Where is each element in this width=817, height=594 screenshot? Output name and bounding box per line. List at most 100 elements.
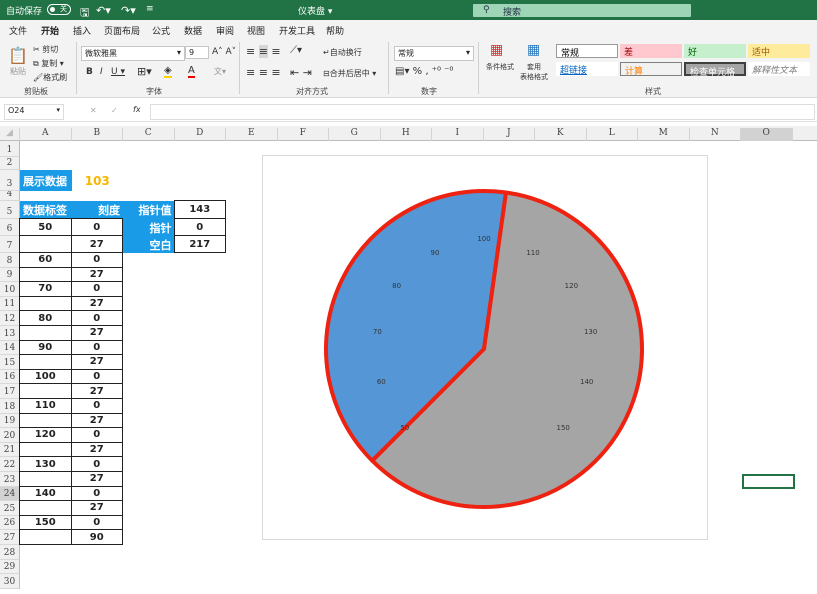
row-header-26[interactable]: 26 (0, 516, 20, 531)
row-header-29[interactable]: 29 (0, 560, 20, 575)
cell-A8[interactable]: 60 (19, 252, 72, 268)
font-color-icon[interactable]: A (188, 65, 195, 78)
conditional-format-button[interactable]: 条件格式 (484, 62, 516, 72)
cell-A20[interactable]: 120 (19, 427, 72, 443)
column-header-B[interactable]: B (72, 128, 124, 141)
tab-formulas[interactable]: 公式 (152, 24, 170, 37)
cell-C5[interactable]: 指针值 (123, 201, 175, 219)
row-header-10[interactable]: 10 (0, 282, 20, 297)
customize-icon[interactable]: ≡ (146, 4, 154, 14)
cell-A10[interactable]: 70 (19, 281, 72, 297)
cell-B12[interactable]: 0 (71, 310, 124, 326)
select-all-button[interactable]: ◢ (0, 128, 20, 141)
cell-A21[interactable] (19, 442, 72, 458)
cell-A25[interactable] (19, 500, 72, 516)
cancel-icon[interactable]: ✕ (90, 106, 97, 115)
cell-C7[interactable]: 空白 (123, 236, 175, 253)
column-header-C[interactable]: C (123, 128, 175, 141)
cell-B18[interactable]: 0 (71, 398, 124, 414)
font-name-select[interactable]: 微软雅黑▾ (81, 46, 185, 61)
cell-A6[interactable]: 50 (19, 218, 72, 236)
cell-B25[interactable]: 27 (71, 500, 124, 516)
number-format-select[interactable]: 常规▾ (394, 46, 474, 61)
row-header-30[interactable]: 30 (0, 574, 20, 589)
cell-D5[interactable]: 143 (174, 200, 227, 219)
align-left-icon[interactable]: ≡ ≡ ≡ (246, 66, 281, 79)
row-header-19[interactable]: 19 (0, 414, 20, 429)
search-box[interactable]: ⚲搜索 (473, 4, 691, 17)
row-header-5[interactable]: 5 (0, 201, 20, 219)
tab-file[interactable]: 文件 (9, 24, 27, 37)
cell-A16[interactable]: 100 (19, 369, 72, 385)
cell-A22[interactable]: 130 (19, 456, 72, 472)
cell-B11[interactable]: 27 (71, 296, 124, 312)
column-header-J[interactable]: J (484, 128, 536, 141)
tab-help[interactable]: 帮助 (326, 24, 344, 37)
cell-style-0[interactable]: 常规 (556, 44, 618, 58)
font-grow-icon[interactable]: A˄ A˅ (212, 47, 236, 57)
cell-B8[interactable]: 0 (71, 252, 124, 268)
row-header-21[interactable]: 21 (0, 443, 20, 458)
cell-A23[interactable] (19, 471, 72, 487)
fill-color-icon[interactable]: ◈ (164, 65, 172, 78)
cell-style-4[interactable]: 超链接 (556, 62, 618, 76)
cell-B21[interactable]: 27 (71, 442, 124, 458)
cell-A18[interactable]: 110 (19, 398, 72, 414)
row-header-27[interactable]: 27 (0, 530, 20, 545)
cell-B24[interactable]: 0 (71, 486, 124, 502)
format-table-icon[interactable]: ▦ (527, 42, 540, 58)
cell-A12[interactable]: 80 (19, 310, 72, 326)
cell-C6[interactable]: 指针 (123, 219, 175, 236)
cell-A15[interactable] (19, 354, 72, 370)
row-header-14[interactable]: 14 (0, 341, 20, 356)
redo-icon[interactable]: ↷▾ (121, 4, 136, 17)
row-header-3[interactable]: 3 (0, 170, 20, 191)
cell-B15[interactable]: 27 (71, 354, 124, 370)
row-header-24[interactable]: 24 (0, 487, 20, 502)
copy-button[interactable]: ⧉ 复制 ▾ (33, 58, 64, 69)
cell-A19[interactable] (19, 413, 72, 429)
cell-D7[interactable]: 217 (174, 235, 227, 253)
column-header-F[interactable]: F (278, 128, 330, 141)
column-header-L[interactable]: L (587, 128, 639, 141)
row-header-2[interactable]: 2 (0, 157, 20, 170)
border-icon[interactable]: ⊞▾ (137, 65, 152, 78)
orientation-icon[interactable]: ⟋▾ (290, 45, 302, 56)
row-header-20[interactable]: 20 (0, 428, 20, 443)
row-header-12[interactable]: 12 (0, 311, 20, 326)
cell-A7[interactable] (19, 235, 72, 253)
row-header-7[interactable]: 7 (0, 236, 20, 253)
font-size-select[interactable]: 9 (185, 46, 209, 59)
cell-B27[interactable]: 90 (71, 529, 124, 545)
format-painter-button[interactable]: 🖌格式刷 (33, 72, 67, 83)
cell-B22[interactable]: 0 (71, 456, 124, 472)
tab-page-layout[interactable]: 页面布局 (104, 24, 140, 37)
tab-review[interactable]: 审阅 (216, 24, 234, 37)
italic-button[interactable]: I (100, 67, 103, 77)
merge-center-button[interactable]: ⊟合并后居中 ▾ (323, 68, 376, 79)
row-header-15[interactable]: 15 (0, 355, 20, 370)
bold-button[interactable]: B (86, 67, 93, 77)
column-header-D[interactable]: D (175, 128, 227, 141)
cell-style-5[interactable]: 计算 (620, 62, 682, 76)
conditional-format-icon[interactable]: ▦ (490, 42, 503, 58)
cell-A5[interactable]: 数据标签 (20, 201, 72, 219)
cell-A17[interactable] (19, 383, 72, 399)
undo-icon[interactable]: ↶▾ (96, 4, 111, 17)
cell-A13[interactable] (19, 325, 72, 341)
cell-A24[interactable]: 140 (19, 486, 72, 502)
phonetic-icon[interactable]: 文▾ (214, 66, 226, 77)
row-header-8[interactable]: 8 (0, 253, 20, 268)
column-header-G[interactable]: G (329, 128, 381, 141)
format-table-button[interactable]: 套用 表格格式 (516, 62, 552, 82)
align-top-icon[interactable]: ≡ ≡ ≡ (246, 45, 281, 58)
paste-button[interactable]: 粘贴 (10, 66, 26, 77)
cell-style-7[interactable]: 解释性文本 (748, 62, 810, 76)
row-header-1[interactable]: 1 (0, 141, 20, 157)
cell-B19[interactable]: 27 (71, 413, 124, 429)
indent-icon[interactable]: ⇤ ⇥ (290, 66, 312, 79)
selected-cell-O24[interactable] (742, 474, 795, 489)
formula-input[interactable] (150, 104, 815, 120)
column-header-N[interactable]: N (690, 128, 742, 141)
row-header-4[interactable]: 4 (0, 191, 20, 201)
